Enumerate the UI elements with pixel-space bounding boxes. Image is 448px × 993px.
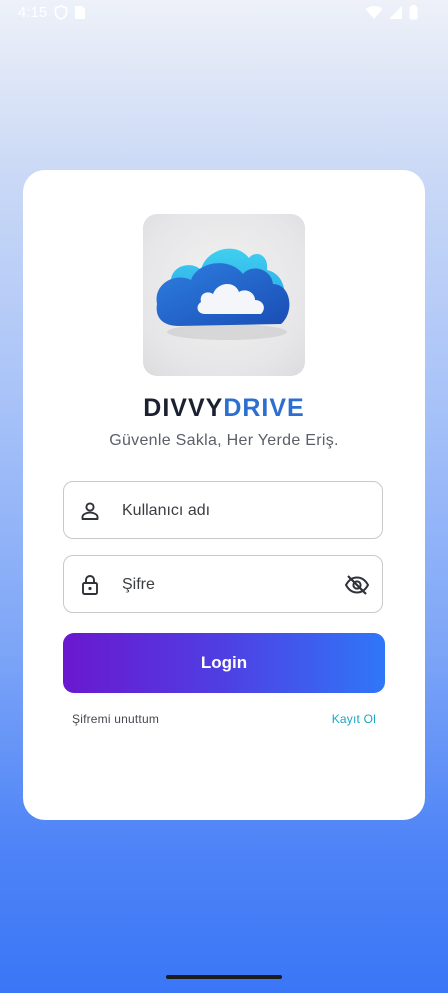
sim-card-icon (75, 6, 85, 19)
password-field[interactable] (63, 555, 383, 614)
brand-name-part2: DRIVE (223, 394, 305, 422)
login-button[interactable]: Login (63, 633, 385, 693)
tagline: Güvenle Sakla, Her Yerde Eriş. (109, 432, 339, 449)
status-time: 4:15 (18, 4, 48, 21)
login-card: DIVVYDRIVE Güvenle Sakla, Her Yerde Eriş… (23, 170, 425, 820)
status-bar: 4:15 (0, 0, 448, 26)
shield-icon (54, 5, 68, 20)
wifi-icon (365, 6, 383, 19)
username-input[interactable] (120, 482, 344, 540)
cellular-signal-icon (389, 6, 402, 19)
lock-icon (82, 575, 98, 595)
app-logo (143, 214, 305, 376)
brand-name-part1: DIVVY (143, 394, 224, 422)
forgot-password-link[interactable]: Şifremi unuttum (72, 712, 159, 726)
visibility-off-icon[interactable] (344, 573, 370, 597)
cloud-logo-icon (156, 248, 290, 340)
home-indicator[interactable] (166, 975, 282, 979)
person-icon (81, 502, 99, 520)
brand-name: DIVVYDRIVE (23, 394, 425, 423)
password-input[interactable] (120, 556, 344, 614)
register-link[interactable]: Kayıt Ol (332, 712, 376, 726)
username-field[interactable] (63, 481, 383, 540)
battery-icon (409, 5, 418, 20)
